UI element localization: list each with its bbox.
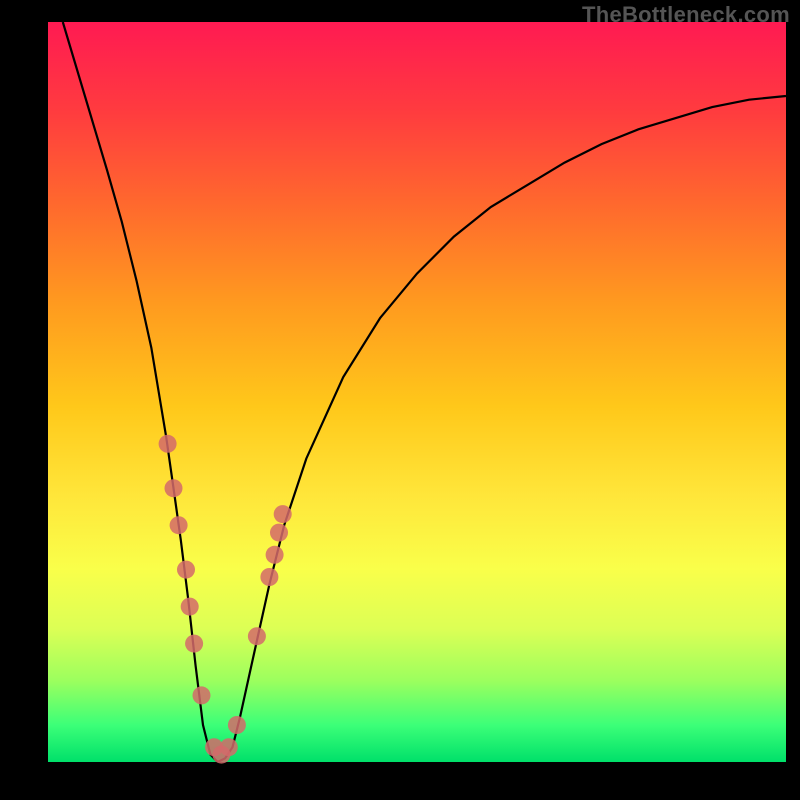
marker-dot xyxy=(177,561,195,579)
bottleneck-curve xyxy=(63,22,786,762)
marker-dot xyxy=(260,568,278,586)
curve-svg xyxy=(48,22,786,762)
marker-dot xyxy=(220,738,238,756)
plot-area xyxy=(48,22,786,762)
marker-dot xyxy=(165,479,183,497)
chart-frame: TheBottleneck.com xyxy=(0,0,800,800)
marker-dot xyxy=(248,627,266,645)
marker-dot xyxy=(228,716,246,734)
marker-dot xyxy=(181,598,199,616)
marker-dot xyxy=(193,686,211,704)
marker-dot xyxy=(266,546,284,564)
marker-dot xyxy=(274,505,292,523)
marker-dot xyxy=(170,516,188,534)
marker-dot xyxy=(159,435,177,453)
marker-dot xyxy=(270,524,288,542)
highlight-markers xyxy=(159,435,292,764)
marker-dot xyxy=(185,635,203,653)
